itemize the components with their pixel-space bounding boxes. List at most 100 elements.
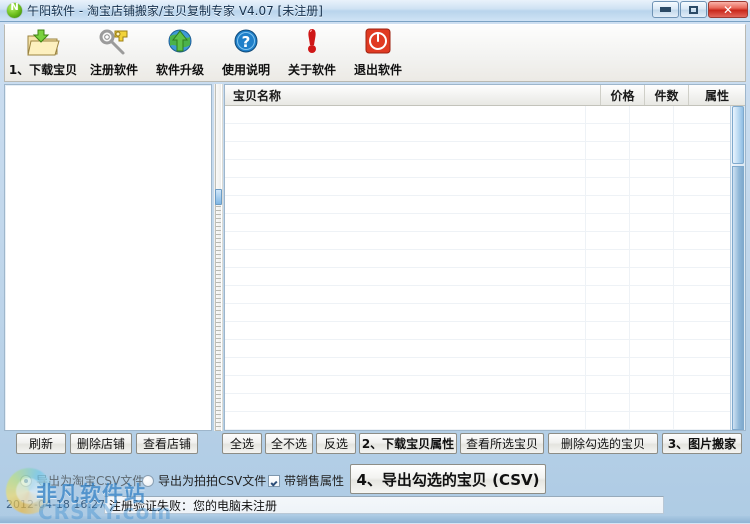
table-cell-name [225, 304, 586, 321]
grid-body[interactable] [225, 106, 745, 430]
checkbox-sale-attributes[interactable]: 带销售属性 [268, 472, 344, 489]
table-cell-price [586, 340, 630, 357]
status-bar: 2012-04-18 16:27:15 注册验证失败：您的电脑未注册 [0, 496, 750, 516]
table-cell-qty [630, 394, 674, 411]
grid-vertical-scrollbar[interactable] [730, 106, 745, 430]
grid-rows[interactable] [225, 106, 730, 430]
delete-checked-button[interactable]: 删除勾选的宝贝 [548, 433, 658, 454]
image-migrate-button[interactable]: 3、图片搬家 [662, 433, 742, 454]
application-window: 午阳软件 - 淘宝店铺搬家/宝贝复制专家 V4.07 [未注册] ✕ [0, 0, 750, 524]
table-row[interactable] [225, 250, 730, 268]
table-row[interactable] [225, 214, 730, 232]
maximize-button[interactable] [680, 1, 707, 18]
grid-scroll-track[interactable] [732, 166, 744, 430]
toolbar-item-label: 注册软件 [89, 63, 138, 77]
grid-column-header-name[interactable]: 宝贝名称 [225, 85, 601, 105]
toolbar-item-download-items[interactable]: 1、下载宝贝 [5, 25, 81, 81]
table-cell-name [225, 358, 586, 375]
export-csv-button[interactable]: 4、导出勾选的宝贝 (CSV) [350, 464, 546, 494]
table-cell-qty [630, 268, 674, 285]
grid-scroll-thumb[interactable] [732, 106, 744, 164]
grid-column-header-qty[interactable]: 件数 [645, 85, 689, 105]
table-cell-qty [630, 340, 674, 357]
toolbar-item-register[interactable]: 注册软件 [81, 25, 147, 81]
table-cell-attr [674, 124, 730, 141]
app-icon [7, 2, 22, 18]
toolbar-item-label: 1、下载宝贝 [8, 63, 78, 77]
table-row[interactable] [225, 106, 730, 124]
table-row[interactable] [225, 340, 730, 358]
table-cell-qty [630, 178, 674, 195]
toolbar-item-about[interactable]: 关于软件 [279, 25, 345, 81]
table-cell-qty [630, 196, 674, 213]
minimize-button[interactable] [652, 1, 679, 18]
table-row[interactable] [225, 178, 730, 196]
table-row[interactable] [225, 160, 730, 178]
grid-column-header-price[interactable]: 价格 [601, 85, 645, 105]
items-grid[interactable]: 宝贝名称 价格 件数 属性 [224, 84, 746, 431]
toolbar-item-help[interactable]: ? 使用说明 [213, 25, 279, 81]
table-cell-qty [630, 106, 674, 123]
table-cell-name [225, 376, 586, 393]
table-row[interactable] [225, 142, 730, 160]
table-row[interactable] [225, 196, 730, 214]
table-cell-name [225, 322, 586, 339]
view-selected-button[interactable]: 查看所选宝贝 [460, 433, 544, 454]
status-message: 注册验证失败：您的电脑未注册 [109, 498, 278, 513]
select-all-button[interactable]: 全选 [222, 433, 262, 454]
toolbar-item-upgrade[interactable]: 软件升级 [147, 25, 213, 81]
table-cell-price [586, 412, 630, 429]
table-cell-qty [630, 286, 674, 303]
table-cell-qty [630, 232, 674, 249]
table-row[interactable] [225, 304, 730, 322]
table-cell-qty [630, 412, 674, 429]
table-cell-qty [630, 358, 674, 375]
table-row[interactable] [225, 124, 730, 142]
table-cell-price [586, 106, 630, 123]
splitter-thumb[interactable] [215, 189, 222, 205]
table-cell-attr [674, 106, 730, 123]
radio-export-paipai-label: 导出为拍拍CSV文件 [158, 474, 267, 488]
table-cell-attr [674, 232, 730, 249]
splitter-grip[interactable] [216, 206, 221, 431]
table-cell-name [225, 160, 586, 177]
invert-select-button[interactable]: 反选 [316, 433, 356, 454]
table-cell-price [586, 358, 630, 375]
select-none-button[interactable]: 全不选 [265, 433, 313, 454]
grid-column-header-attr[interactable]: 属性 [689, 85, 745, 105]
table-cell-attr [674, 250, 730, 267]
toolbar-item-label: 软件升级 [155, 63, 204, 77]
panel-splitter[interactable] [214, 84, 223, 431]
toolbar-item-exit[interactable]: 退出软件 [345, 25, 411, 81]
toolbar: 1、下载宝贝 注册软件 软件升级 ? 使用说明 关于软件 退出软件 [4, 24, 746, 82]
download-attrs-button[interactable]: 2、下载宝贝属性 [359, 433, 457, 454]
table-cell-attr [674, 160, 730, 177]
table-row[interactable] [225, 358, 730, 376]
delete-shop-button[interactable]: 删除店铺 [70, 433, 132, 454]
table-cell-name [225, 250, 586, 267]
globe-upgrade-icon [162, 27, 198, 59]
view-shop-button[interactable]: 查看店铺 [136, 433, 198, 454]
table-row[interactable] [225, 232, 730, 250]
table-row[interactable] [225, 394, 730, 412]
table-row[interactable] [225, 376, 730, 394]
table-row[interactable] [225, 286, 730, 304]
table-cell-name [225, 196, 586, 213]
table-cell-name [225, 142, 586, 159]
table-cell-name [225, 106, 586, 123]
table-row[interactable] [225, 412, 730, 430]
table-row[interactable] [225, 322, 730, 340]
close-button[interactable]: ✕ [708, 1, 748, 18]
table-row[interactable] [225, 268, 730, 286]
radio-icon [20, 474, 32, 487]
table-cell-qty [630, 304, 674, 321]
table-cell-attr [674, 196, 730, 213]
radio-export-taobao[interactable]: 导出为淘宝CSV文件 [20, 472, 144, 489]
exclamation-about-icon [294, 27, 330, 59]
key-register-icon [96, 27, 132, 59]
table-cell-attr [674, 322, 730, 339]
refresh-button[interactable]: 刷新 [16, 433, 66, 454]
shop-list-panel[interactable] [4, 84, 212, 431]
status-message-panel: 注册验证失败：您的电脑未注册 [104, 496, 664, 514]
radio-export-paipai[interactable]: 导出为拍拍CSV文件 [142, 472, 266, 489]
